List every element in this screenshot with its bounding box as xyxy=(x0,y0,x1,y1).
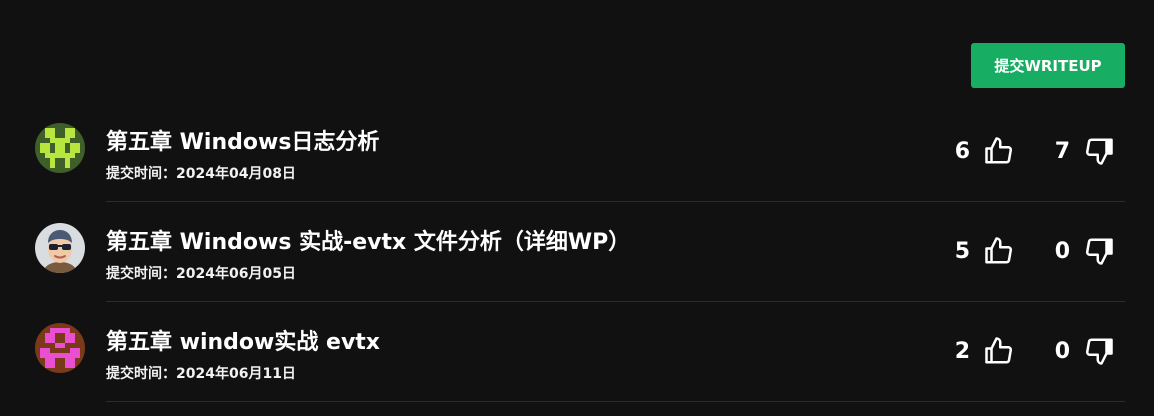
divider xyxy=(106,401,1125,402)
thumbs-up-icon[interactable] xyxy=(984,236,1014,266)
like-control: 2 xyxy=(950,336,1014,366)
thumbs-down-icon[interactable] xyxy=(1084,336,1114,366)
writeup-title[interactable]: 第五章 Windows日志分析 xyxy=(106,124,379,156)
like-control: 6 xyxy=(950,136,1014,166)
avatar[interactable] xyxy=(35,323,85,373)
writeup-title[interactable]: 第五章 Windows 实战-evtx 文件分析（详细WP） xyxy=(106,224,630,256)
submit-date: 提交时间：2024年04月08日 xyxy=(106,166,296,182)
dislike-control: 7 xyxy=(1050,136,1114,166)
writeup-list: 第五章 Windows日志分析 提交时间：2024年04月08日 6 7 第五章… xyxy=(0,102,1154,402)
thumbs-down-icon[interactable] xyxy=(1084,236,1114,266)
submit-writeup-button[interactable]: 提交WRITEUP xyxy=(971,43,1125,88)
thumbs-down-icon[interactable] xyxy=(1084,136,1114,166)
dislike-count: 0 xyxy=(1054,338,1070,364)
writeup-item: 第五章 window实战 evtx 提交时间：2024年06月11日 2 0 xyxy=(0,302,1154,402)
thumbs-up-icon[interactable] xyxy=(984,136,1014,166)
writeup-item: 第五章 Windows 实战-evtx 文件分析（详细WP） 提交时间：2024… xyxy=(0,202,1154,302)
writeup-title[interactable]: 第五章 window实战 evtx xyxy=(106,324,380,356)
like-count: 6 xyxy=(954,138,970,164)
like-control: 5 xyxy=(950,236,1014,266)
dislike-count: 7 xyxy=(1054,138,1070,164)
avatar[interactable] xyxy=(35,223,85,273)
like-count: 5 xyxy=(954,238,970,264)
submit-date: 提交时间：2024年06月05日 xyxy=(106,266,296,282)
cartoon-sunglasses-avatar-icon xyxy=(35,223,85,273)
writeup-item: 第五章 Windows日志分析 提交时间：2024年04月08日 6 7 xyxy=(0,102,1154,202)
dislike-control: 0 xyxy=(1050,336,1114,366)
dislike-count: 0 xyxy=(1054,238,1070,264)
pink-pixel-avatar-icon xyxy=(35,323,85,373)
thumbs-up-icon[interactable] xyxy=(984,336,1014,366)
writeup-page: 提交WRITEUP 第五章 Windows日志分析 提交时间：2024年04月0… xyxy=(0,0,1154,416)
green-pixel-avatar-icon xyxy=(35,123,85,173)
like-count: 2 xyxy=(954,338,970,364)
avatar[interactable] xyxy=(35,123,85,173)
submit-date: 提交时间：2024年06月11日 xyxy=(106,366,296,382)
dislike-control: 0 xyxy=(1050,236,1114,266)
